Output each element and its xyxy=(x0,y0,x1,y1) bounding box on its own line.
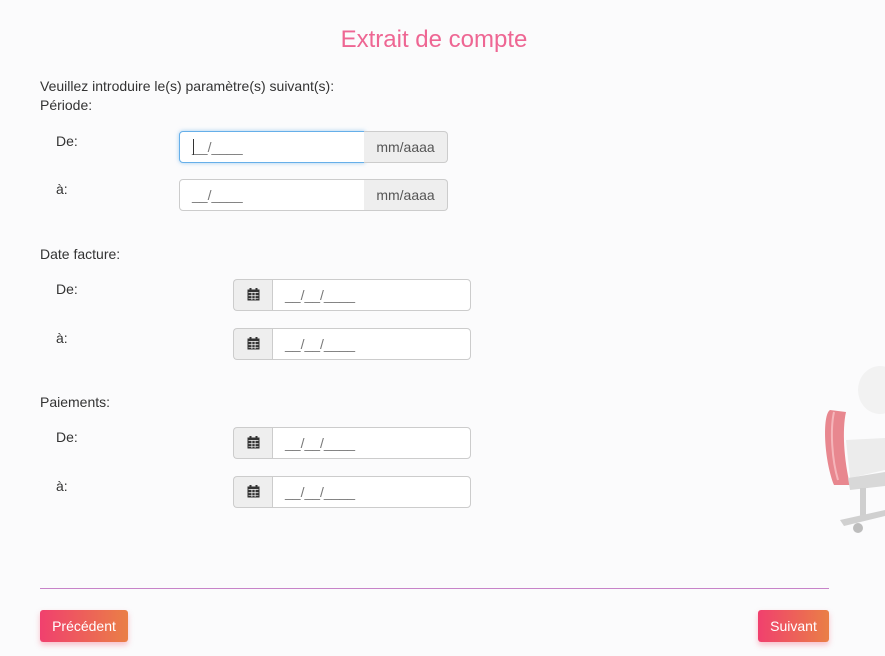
date-facture-from-label: De: xyxy=(56,281,78,297)
calendar-icon xyxy=(247,288,260,301)
paiements-from-calendar-button[interactable] xyxy=(233,427,273,459)
periode-to-format-addon: mm/aaaa xyxy=(364,179,448,211)
date-facture-from-calendar-button[interactable] xyxy=(233,279,273,311)
periode-to-label: à: xyxy=(56,181,68,197)
periode-to-input[interactable]: __/____ xyxy=(179,179,365,211)
date-facture-to-label: à: xyxy=(56,330,68,346)
office-chair-illustration xyxy=(825,366,885,533)
calendar-icon xyxy=(247,337,260,350)
date-facture-to-calendar-button[interactable] xyxy=(233,328,273,360)
paiements-from-label: De: xyxy=(56,429,78,445)
paiements-to-input[interactable]: __/__/____ xyxy=(272,476,471,508)
page-title: Extrait de compte xyxy=(340,26,528,53)
calendar-icon xyxy=(247,485,260,498)
paiements-to-calendar-button[interactable] xyxy=(233,476,273,508)
date-facture-to-input[interactable]: __/__/____ xyxy=(272,328,471,360)
periode-label: Période: xyxy=(40,97,93,113)
periode-from-input[interactable]: __/____ xyxy=(179,131,365,163)
date-facture-from-input[interactable]: __/__/____ xyxy=(272,279,471,311)
paiements-from-input[interactable]: __/__/____ xyxy=(272,427,471,459)
paiements-label: Paiements: xyxy=(40,394,111,410)
periode-from-format-addon: mm/aaaa xyxy=(364,131,448,163)
periode-from-label: De: xyxy=(56,133,78,149)
next-button[interactable]: Suivant xyxy=(758,610,829,642)
calendar-icon xyxy=(247,436,260,449)
previous-button[interactable]: Précédent xyxy=(40,610,128,642)
instructions-text: Veuillez introduire le(s) paramètre(s) s… xyxy=(40,78,335,94)
footer-divider xyxy=(40,588,829,589)
paiements-to-label: à: xyxy=(56,478,68,494)
date-facture-label: Date facture: xyxy=(40,246,121,262)
